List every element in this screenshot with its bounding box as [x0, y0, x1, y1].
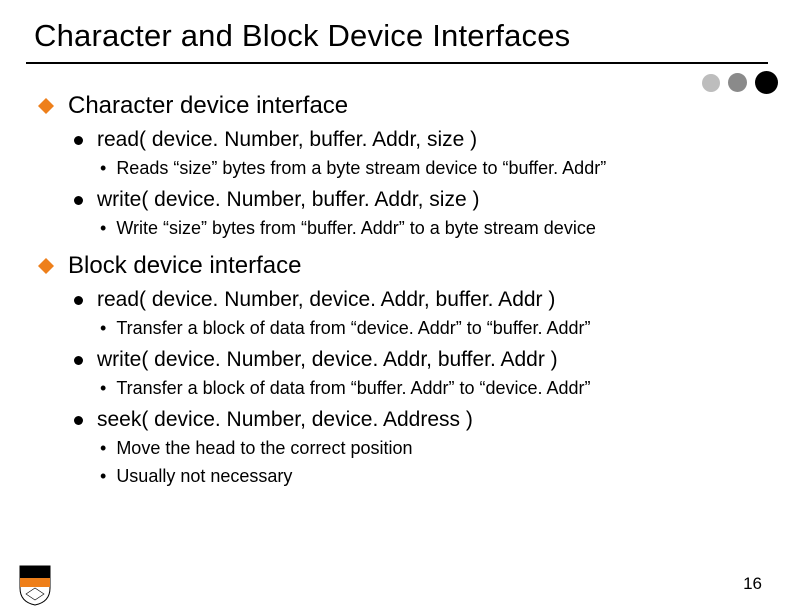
sub-list-item: • Move the head to the correct position: [100, 436, 758, 460]
list-item: read( device. Number, device. Addr, buff…: [74, 288, 758, 312]
sub-list-item-text: Write “size” bytes from “buffer. Addr” t…: [116, 216, 596, 240]
disc-bullet-icon: [74, 416, 83, 425]
sub-list-item-text: Usually not necessary: [116, 464, 292, 488]
sub-list-item-text: Transfer a block of data from “buffer. A…: [116, 376, 590, 400]
list-item: read( device. Number, buffer. Addr, size…: [74, 128, 758, 152]
list-item-text: read( device. Number, device. Addr, buff…: [97, 288, 555, 312]
list-item-text: write( device. Number, buffer. Addr, siz…: [97, 188, 479, 212]
slide-content: Character device interface read( device.…: [34, 92, 758, 488]
slide-title: Character and Block Device Interfaces: [34, 18, 758, 54]
list-item: write( device. Number, device. Addr, buf…: [74, 348, 758, 372]
list-item-text: seek( device. Number, device. Address ): [97, 408, 473, 432]
sub-list-item: • Transfer a block of data from “device.…: [100, 316, 758, 340]
diamond-bullet-icon: [38, 98, 54, 119]
decor-circles: [702, 71, 778, 94]
disc-bullet-icon: [74, 356, 83, 365]
dot-bullet-icon: •: [100, 156, 106, 180]
sub-list-item-text: Move the head to the correct position: [116, 436, 412, 460]
title-rule: [26, 62, 768, 64]
list-item-text: read( device. Number, buffer. Addr, size…: [97, 128, 477, 152]
dot-bullet-icon: •: [100, 436, 106, 460]
dot-bullet-icon: •: [100, 464, 106, 488]
dot-bullet-icon: •: [100, 316, 106, 340]
sub-list-item: • Usually not necessary: [100, 464, 758, 488]
sub-list-item: • Reads “size” bytes from a byte stream …: [100, 156, 758, 180]
sub-list-item: • Write “size” bytes from “buffer. Addr”…: [100, 216, 758, 240]
dot-bullet-icon: •: [100, 376, 106, 400]
list-item: seek( device. Number, device. Address ): [74, 408, 758, 432]
sub-list-item-text: Reads “size” bytes from a byte stream de…: [116, 156, 606, 180]
page-number: 16: [743, 574, 762, 594]
section-heading-text: Character device interface: [68, 92, 348, 120]
sub-list-item: • Transfer a block of data from “buffer.…: [100, 376, 758, 400]
disc-bullet-icon: [74, 296, 83, 305]
dot-bullet-icon: •: [100, 216, 106, 240]
princeton-shield-icon: [18, 564, 52, 606]
section-heading-text: Block device interface: [68, 252, 301, 280]
disc-bullet-icon: [74, 196, 83, 205]
diamond-bullet-icon: [38, 258, 54, 279]
disc-bullet-icon: [74, 136, 83, 145]
section-heading: Block device interface: [38, 252, 758, 280]
list-item-text: write( device. Number, device. Addr, buf…: [97, 348, 558, 372]
sub-list-item-text: Transfer a block of data from “device. A…: [116, 316, 590, 340]
list-item: write( device. Number, buffer. Addr, siz…: [74, 188, 758, 212]
section-heading: Character device interface: [38, 92, 758, 120]
